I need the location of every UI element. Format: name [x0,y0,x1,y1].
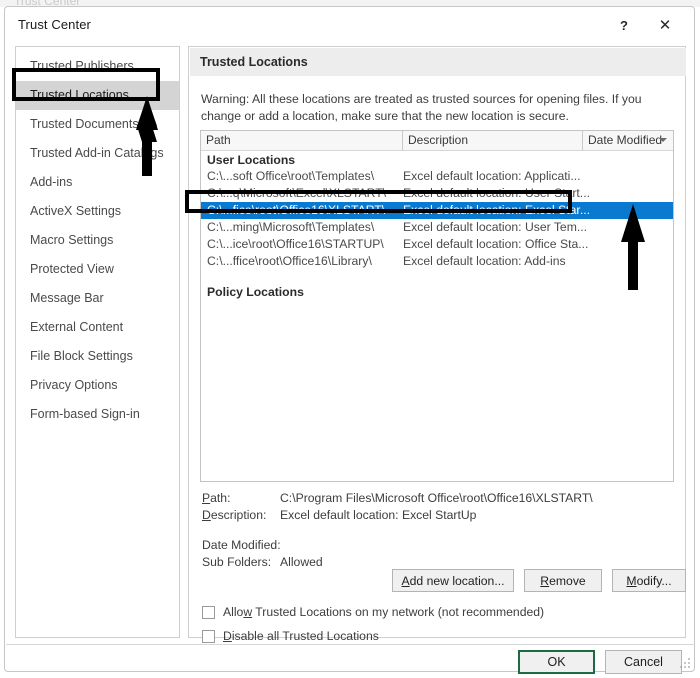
checkbox-icon[interactable] [202,605,215,619]
table-row[interactable]: C:\...soft Office\root\Templates\ Excel … [201,168,673,185]
trusted-locations-options: Allow Trusted Locations on my network (n… [202,600,544,648]
detail-path-label: Path: [202,491,231,505]
detail-spacer [202,524,672,537]
table-row-selected[interactable]: C:\...fice\root\Office16\XLSTART\ Excel … [201,202,673,219]
sidebar-item-add-ins[interactable]: Add-ins [16,168,179,197]
table-row[interactable]: C:\...ffice\root\Office16\Library\ Excel… [201,253,673,270]
cell-path: C:\...ffice\root\Office16\Library\ [207,254,372,268]
table-row[interactable]: C:\...ming\Microsoft\Templates\ Excel de… [201,219,673,236]
detail-description-label: Description: [202,508,267,522]
trusted-locations-list[interactable]: Path Description Date Modified User Loca… [200,130,674,482]
trust-center-dialog: Trust Center ? ✕ Trusted Publishers Trus… [4,6,695,674]
cell-path: C:\...ice\root\Office16\STARTUP\ [207,237,384,251]
sidebar-item-form-based-sign-in[interactable]: Form-based Sign-in [16,400,179,429]
detail-date-modified-row: Date Modified: [202,537,672,554]
sidebar-item-privacy-options[interactable]: Privacy Options [16,371,179,400]
sidebar-item-trusted-locations[interactable]: Trusted Locations [16,81,179,110]
cell-path: C:\...soft Office\root\Templates\ [207,169,375,183]
location-details: Path: C:\Program Files\Microsoft Office\… [202,490,672,571]
column-header-path[interactable]: Path [201,131,403,150]
group-label-policy-locations: Policy Locations [207,285,304,299]
location-action-buttons: Add new location... Remove Modify... [392,569,686,592]
detail-sub-folders-label: Sub Folders: [202,555,272,569]
table-row[interactable]: C:\...ice\root\Office16\STARTUP\ Excel d… [201,236,673,253]
column-header-description[interactable]: Description [403,131,583,150]
modify-button[interactable]: Modify... [612,569,686,592]
dialog-titlebar: Trust Center ? ✕ [5,7,694,42]
cell-description: Excel default location: Applicati... [403,169,581,183]
column-header-date-modified-label: Date Modified [588,133,663,147]
detail-description-value: Excel default location: Excel StartUp [280,508,477,522]
cancel-button[interactable]: Cancel [605,650,682,674]
cell-path: C:\...q\Microsoft\Excel\XLSTART\ [207,186,387,200]
detail-path-value: C:\Program Files\Microsoft Office\root\O… [280,491,593,505]
help-icon[interactable]: ? [609,13,639,37]
dialog-title: Trust Center [18,17,91,32]
checkbox-icon[interactable] [202,629,215,643]
sidebar-item-file-block-settings[interactable]: File Block Settings [16,342,179,371]
detail-date-modified-label: Date Modified: [202,538,281,552]
warning-text: Warning: All these locations are treated… [201,92,642,123]
pane-title: Trusted Locations [190,48,686,76]
add-new-location-button[interactable]: Add new location... [392,569,514,592]
cell-description: Excel default location: User Tem... [403,220,588,234]
cell-description: Excel default location: Add-ins [403,254,566,268]
cell-path: C:\...fice\root\Office16\XLSTART\ [207,203,386,217]
checkbox-disable-all-trusted-locations-label: Disable all Trusted Locations [223,629,379,643]
resize-grip-icon[interactable] [680,658,690,668]
sidebar-item-trusted-documents[interactable]: Trusted Documents [16,110,179,139]
main-pane: Trusted Locations Warning: All these loc… [188,46,686,643]
sort-descending-icon [659,138,667,142]
list-column-headers: Path Description Date Modified [201,131,673,151]
sidebar-item-trusted-add-in-catalogs[interactable]: Trusted Add-in Catalogs [16,139,179,168]
detail-sub-folders-value: Allowed [280,555,323,569]
cell-description: Excel default location: Office Sta... [403,237,589,251]
sidebar-item-trusted-publishers[interactable]: Trusted Publishers [16,52,179,81]
close-icon[interactable]: ✕ [650,13,680,37]
sidebar-item-message-bar[interactable]: Message Bar [16,284,179,313]
checkbox-allow-network-locations-label: Allow Trusted Locations on my network (n… [223,605,545,619]
remove-button[interactable]: Remove [524,569,602,592]
checkbox-allow-network-locations[interactable]: Allow Trusted Locations on my network (n… [202,600,544,624]
detail-description-row: Description: Excel default location: Exc… [202,507,672,524]
sidebar-item-external-content[interactable]: External Content [16,313,179,342]
sidebar-item-macro-settings[interactable]: Macro Settings [16,226,179,255]
footer-divider [6,644,695,645]
cell-description: Excel default location: User Start... [403,186,590,200]
cell-description: Excel default location: Excel Star... [403,203,590,217]
ok-button[interactable]: OK [518,650,595,674]
settings-sidebar: Trusted Publishers Trusted Locations Tru… [15,46,180,638]
column-header-date-modified[interactable]: Date Modified [583,131,673,150]
sidebar-item-protected-view[interactable]: Protected View [16,255,179,284]
sidebar-item-activex-settings[interactable]: ActiveX Settings [16,197,179,226]
table-row[interactable]: C:\...q\Microsoft\Excel\XLSTART\ Excel d… [201,185,673,202]
detail-path-row: Path: C:\Program Files\Microsoft Office\… [202,490,672,507]
group-label-user-locations: User Locations [207,153,296,167]
cell-path: C:\...ming\Microsoft\Templates\ [207,220,375,234]
dialog-footer: OK Cancel [518,650,682,674]
